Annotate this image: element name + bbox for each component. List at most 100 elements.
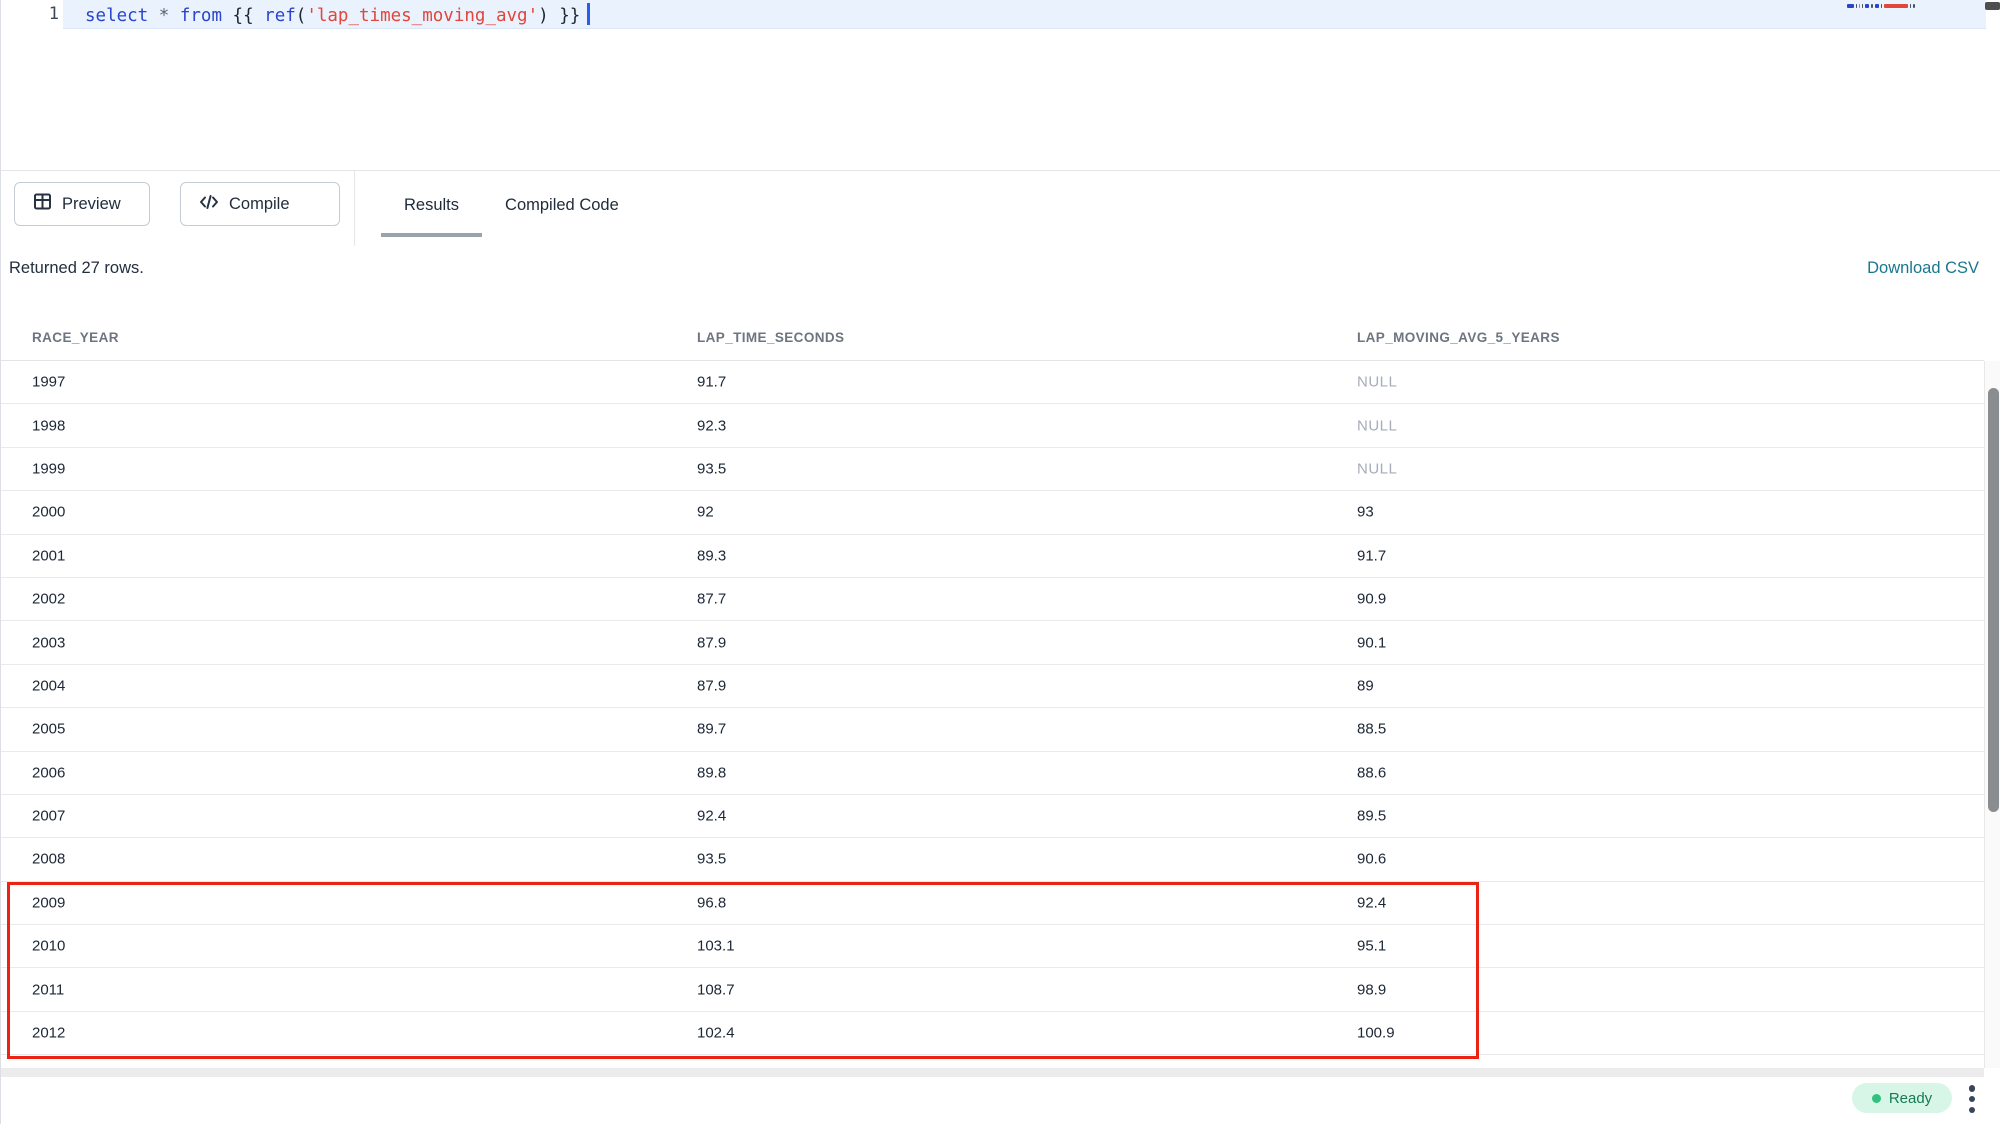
table-cell: 1998 (32, 417, 65, 434)
table-cell: 87.9 (697, 634, 726, 651)
table-row: 200387.990.1 (1, 621, 1984, 664)
status-bar: Ready (1, 1077, 2000, 1124)
code-token: {{ (222, 6, 264, 26)
table-cell: 92.4 (1357, 894, 1386, 911)
table-cell: 2005 (32, 721, 65, 738)
tab-results[interactable]: Results (381, 173, 482, 237)
table-cell: 2010 (32, 938, 65, 955)
table-cell: 2003 (32, 634, 65, 651)
table-body: 199791.7NULL199892.3NULL199993.5NULL2000… (1, 361, 1984, 1055)
results-tabs: Results Compiled Code (381, 173, 642, 237)
column-header-lap-moving-avg-5-years[interactable]: LAP_MOVING_AVG_5_YEARS (1357, 330, 1560, 345)
tab-compiled-code[interactable]: Compiled Code (482, 173, 642, 237)
status-badge: Ready (1852, 1083, 1952, 1113)
table-row: 2001 89.3 91.7 (1, 535, 1984, 578)
table-cell: 98.9 (1357, 981, 1386, 998)
minimap-token (1913, 4, 1915, 8)
minimap-token (1881, 4, 1882, 8)
table-cell: 92.4 (697, 808, 726, 825)
table-cell: 2001 (32, 547, 65, 564)
table-cell: 2011 (32, 981, 64, 998)
code-token: ) (538, 6, 549, 26)
table-cell: 89.3 (697, 547, 726, 564)
results-vertical-scrollbar[interactable] (1984, 361, 2000, 1068)
table-row: 200792.489.5 (1, 795, 1984, 838)
toolbar-divider (354, 171, 355, 246)
table-cell: 2012 (32, 1025, 65, 1042)
table-cell: 2008 (32, 851, 65, 868)
sql-editor[interactable]: 1 select * from {{ ref('lap_times_moving… (1, 0, 2000, 170)
column-header-lap-time-seconds[interactable]: LAP_TIME_SECONDS (697, 330, 844, 345)
table-cell: 2009 (32, 894, 65, 911)
kebab-dot (1969, 1107, 1976, 1114)
results-toolbar: Preview Compile Results Compiled Code (1, 170, 2000, 245)
code-token (148, 6, 159, 26)
table-cell: 93.5 (697, 851, 726, 868)
minimap-token (1910, 4, 1911, 8)
table-cell: 1999 (32, 460, 65, 477)
table-row: 2005 89.7 88.5 (1, 708, 1984, 751)
sql-code-tokens: select * from {{ ref('lap_times_moving_a… (85, 6, 580, 26)
table-cell: NULL (1357, 417, 1397, 434)
minimap-token (1865, 4, 1869, 8)
horizontal-scrollbar-track[interactable] (1, 1068, 1984, 1077)
dbt-ide-window: 1 select * from {{ ref('lap_times_moving… (0, 0, 2000, 1124)
code-token: select (85, 6, 148, 26)
tab-compiled-code-label: Compiled Code (505, 196, 619, 215)
table-cell: 2006 (32, 764, 65, 781)
code-token: ( (296, 6, 307, 26)
compile-button[interactable]: Compile (180, 182, 340, 226)
minimap-token (1884, 4, 1908, 8)
code-token: * (159, 6, 170, 26)
table-cell: 92 (697, 504, 714, 521)
table-cell: 2004 (32, 677, 65, 694)
vertical-scrollbar-thumb[interactable] (1988, 388, 1999, 812)
code-token: }} (549, 6, 581, 26)
table-cell: 89 (1357, 677, 1374, 694)
table-row: 1997 91.7 NULL (1, 361, 1984, 404)
table-cell: 100.9 (1357, 1025, 1395, 1042)
row-count-summary: Returned 27 rows. (9, 259, 144, 278)
tab-results-label: Results (404, 196, 459, 215)
table-cell: 91.7 (697, 374, 726, 391)
table-cell: 102.4 (697, 1025, 735, 1042)
results-meta-row: Returned 27 rows. Download CSV (1, 245, 2000, 295)
table-cell: 95.1 (1357, 938, 1386, 955)
table-cell: 91.7 (1357, 547, 1386, 564)
table-cell: 89.8 (697, 764, 726, 781)
sql-code-line[interactable]: select * from {{ ref('lap_times_moving_a… (85, 3, 590, 27)
editor-scrollbar-thumb[interactable] (1985, 2, 2000, 10)
code-token: 'lap_times_moving_avg' (306, 6, 538, 26)
table-row: 2011108.798.9 (1, 968, 1984, 1011)
table-row: 2012 102.4 100.9 (1, 1012, 1984, 1055)
table-cell: NULL (1357, 374, 1397, 391)
column-header-race-year[interactable]: RACE_YEAR (32, 330, 119, 345)
minimap-token (1856, 4, 1857, 8)
kebab-menu-icon[interactable] (1964, 1085, 1980, 1113)
preview-button-label: Preview (62, 195, 121, 214)
table-row: 2010 103.1 95.1 (1, 925, 1984, 968)
editor-minimap (1847, 4, 1917, 10)
table-row: 199993.5NULL (1, 448, 1984, 491)
table-cell: 88.5 (1357, 721, 1386, 738)
table-cell: 2000 (32, 504, 65, 521)
preview-button[interactable]: Preview (14, 182, 150, 226)
code-icon (199, 193, 219, 216)
table-row: 200287.790.9 (1, 578, 1984, 621)
minimap-token (1859, 4, 1860, 8)
table-cell: 1997 (32, 374, 65, 391)
green-dot-icon (1872, 1094, 1881, 1103)
table-cell: 88.6 (1357, 764, 1386, 781)
minimap-token (1847, 4, 1854, 8)
kebab-dot (1969, 1085, 1976, 1092)
minimap-token (1871, 4, 1873, 8)
line-number: 1 (39, 4, 59, 24)
download-csv-link[interactable]: Download CSV (1867, 259, 1979, 278)
table-cell: 2007 (32, 808, 65, 825)
table-row: 200893.590.6 (1, 838, 1984, 881)
table-cell: 87.9 (697, 677, 726, 694)
compile-button-label: Compile (229, 195, 290, 214)
table-cell: 89.7 (697, 721, 726, 738)
status-badge-label: Ready (1889, 1090, 1932, 1107)
table-cell: 103.1 (697, 938, 735, 955)
